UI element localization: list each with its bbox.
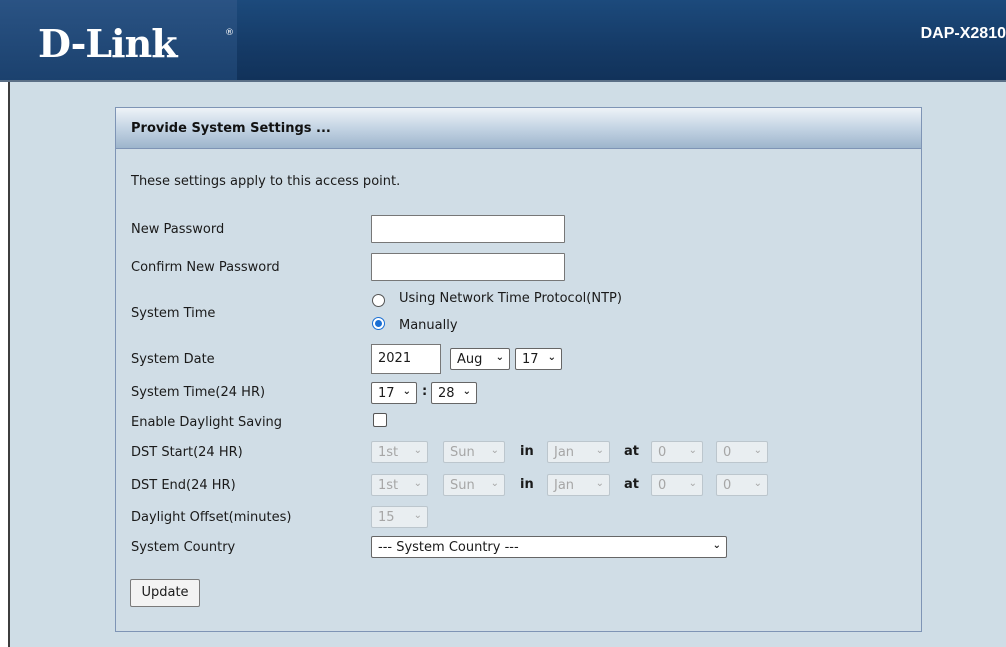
day-select[interactable]: 17 ⌄	[515, 348, 562, 370]
dst-start-week-value: 1st	[378, 444, 399, 460]
ntp-radio-label: Using Network Time Protocol(NTP)	[399, 291, 622, 306]
new-password-input[interactable]	[371, 215, 565, 243]
chevron-down-icon: ⌄	[462, 386, 471, 397]
dst-end-hour-select[interactable]: 0 ⌄	[651, 474, 703, 496]
intro-text: These settings apply to this access poin…	[131, 174, 401, 189]
month-select[interactable]: Aug ⌄	[450, 348, 510, 370]
logo-panel: D-Link ®	[0, 0, 237, 80]
dst-end-month-value: Jan	[554, 477, 575, 493]
chevron-down-icon: ⌄	[490, 445, 499, 456]
dst-start-hour-select[interactable]: 0 ⌄	[651, 441, 703, 463]
chevron-down-icon: ⌄	[413, 510, 422, 521]
chevron-down-icon: ⌄	[688, 478, 697, 489]
chevron-down-icon: ⌄	[495, 352, 504, 363]
confirm-password-label: Confirm New Password	[131, 260, 280, 275]
system-country-select[interactable]: --- System Country --- ⌄	[371, 536, 727, 558]
system-country-label: System Country	[131, 540, 236, 555]
chevron-down-icon: ⌄	[413, 478, 422, 489]
panel-title-bar: Provide System Settings ...	[116, 108, 921, 149]
chevron-down-icon: ⌄	[712, 540, 721, 551]
daylight-offset-select[interactable]: 15 ⌄	[371, 506, 428, 528]
main-content: Provide System Settings ... These settin…	[8, 82, 1006, 647]
daylight-offset-value: 15	[378, 509, 395, 525]
manual-radio[interactable]	[372, 317, 385, 330]
dst-start-month-select[interactable]: Jan ⌄	[547, 441, 610, 463]
system-time-24-label: System Time(24 HR)	[131, 385, 266, 400]
panel-title: Provide System Settings ...	[131, 121, 331, 136]
minute-select[interactable]: 28 ⌄	[431, 382, 477, 404]
chevron-down-icon: ⌄	[595, 478, 604, 489]
new-password-label: New Password	[131, 222, 225, 237]
dst-end-in-label: in	[520, 477, 534, 492]
hour-value: 17	[378, 385, 395, 401]
system-date-label: System Date	[131, 352, 215, 367]
year-input[interactable]: 2021	[371, 344, 441, 374]
dst-end-day-select[interactable]: Sun ⌄	[443, 474, 505, 496]
registered-mark: ®	[225, 28, 234, 38]
enable-dst-label: Enable Daylight Saving	[131, 415, 283, 430]
chevron-down-icon: ⌄	[413, 445, 422, 456]
dst-start-hour-value: 0	[658, 444, 667, 460]
model-name: DAP-X2810	[920, 25, 1006, 42]
hour-select[interactable]: 17 ⌄	[371, 382, 417, 404]
dst-start-label: DST Start(24 HR)	[131, 445, 243, 460]
chevron-down-icon: ⌄	[753, 478, 762, 489]
daylight-offset-label: Daylight Offset(minutes)	[131, 510, 292, 525]
dlink-logo: D-Link	[38, 21, 178, 66]
chevron-down-icon: ⌄	[595, 445, 604, 456]
dst-end-minute-select[interactable]: 0 ⌄	[716, 474, 768, 496]
system-country-value: --- System Country ---	[378, 539, 519, 555]
chevron-down-icon: ⌄	[547, 352, 556, 363]
update-button[interactable]: Update	[130, 579, 200, 607]
minute-value: 28	[438, 385, 455, 401]
chevron-down-icon: ⌄	[402, 386, 411, 397]
chevron-down-icon: ⌄	[688, 445, 697, 456]
enable-dst-checkbox[interactable]	[373, 413, 387, 427]
dst-end-day-value: Sun	[450, 477, 475, 493]
time-colon: :	[422, 384, 428, 399]
day-value: 17	[522, 351, 539, 367]
dst-end-at-label: at	[624, 477, 639, 492]
confirm-password-input[interactable]	[371, 253, 565, 281]
dst-start-day-value: Sun	[450, 444, 475, 460]
dst-end-week-select[interactable]: 1st ⌄	[371, 474, 428, 496]
manual-radio-label: Manually	[399, 318, 458, 333]
month-value: Aug	[457, 351, 483, 367]
system-time-label: System Time	[131, 306, 216, 321]
dst-start-minute-value: 0	[723, 444, 732, 460]
dst-end-hour-value: 0	[658, 477, 667, 493]
header-bar: D-Link ® DAP-X2810	[0, 0, 1006, 80]
dst-start-day-select[interactable]: Sun ⌄	[443, 441, 505, 463]
dst-start-minute-select[interactable]: 0 ⌄	[716, 441, 768, 463]
dst-start-at-label: at	[624, 444, 639, 459]
system-settings-panel: Provide System Settings ... These settin…	[115, 107, 922, 632]
dst-start-in-label: in	[520, 444, 534, 459]
dst-end-week-value: 1st	[378, 477, 399, 493]
chevron-down-icon: ⌄	[490, 478, 499, 489]
dst-end-month-select[interactable]: Jan ⌄	[547, 474, 610, 496]
dst-start-week-select[interactable]: 1st ⌄	[371, 441, 428, 463]
ntp-radio[interactable]	[372, 294, 385, 307]
chevron-down-icon: ⌄	[753, 445, 762, 456]
dst-end-label: DST End(24 HR)	[131, 478, 236, 493]
dst-end-minute-value: 0	[723, 477, 732, 493]
dst-start-month-value: Jan	[554, 444, 575, 460]
